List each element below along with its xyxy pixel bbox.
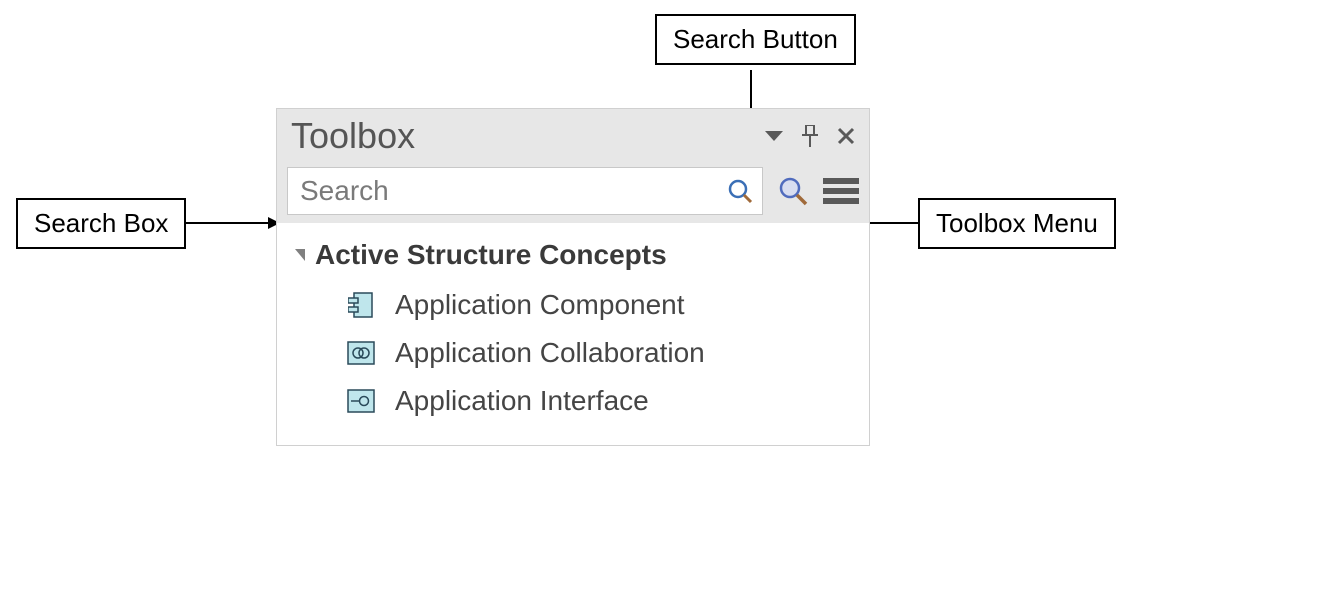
close-icon[interactable] [831, 121, 861, 151]
arrow-line [870, 222, 918, 224]
annotation-search-button: Search Button [655, 14, 856, 65]
annotation-label: Search Button [673, 24, 838, 54]
annotation-label: Toolbox Menu [936, 208, 1098, 238]
arrow-line [184, 222, 268, 224]
panel-title: Toolbox [291, 115, 753, 157]
toolbox-header: Toolbox [277, 109, 869, 163]
search-box[interactable] [287, 167, 763, 215]
toolbox-toolbar [277, 163, 869, 223]
collaboration-icon [347, 339, 375, 367]
toolbox-item[interactable]: Application Collaboration [277, 329, 869, 377]
item-label: Application Interface [395, 385, 649, 417]
toolbox-item[interactable]: Application Interface [277, 377, 869, 425]
pin-icon[interactable] [795, 121, 825, 151]
hamburger-menu-icon[interactable] [823, 176, 859, 206]
dropdown-arrow-icon[interactable] [759, 121, 789, 151]
hamburger-bar [823, 188, 859, 194]
hamburger-bar [823, 198, 859, 204]
annotation-search-box: Search Box [16, 198, 186, 249]
item-label: Application Collaboration [395, 337, 705, 369]
expand-triangle-icon [295, 249, 305, 261]
group-title: Active Structure Concepts [315, 239, 667, 271]
search-input[interactable] [300, 175, 726, 207]
toolbox-item[interactable]: Application Component [277, 281, 869, 329]
item-label: Application Component [395, 289, 685, 321]
search-button[interactable] [775, 173, 811, 209]
search-icon[interactable] [726, 177, 754, 205]
component-icon [347, 291, 375, 319]
interface-icon [347, 387, 375, 415]
annotation-label: Search Box [34, 208, 168, 238]
toolbox-panel: Toolbox [276, 108, 870, 446]
group-header[interactable]: Active Structure Concepts [277, 233, 869, 281]
annotation-toolbox-menu: Toolbox Menu [918, 198, 1116, 249]
toolbox-content: Active Structure Concepts Application Co… [277, 223, 869, 445]
hamburger-bar [823, 178, 859, 184]
